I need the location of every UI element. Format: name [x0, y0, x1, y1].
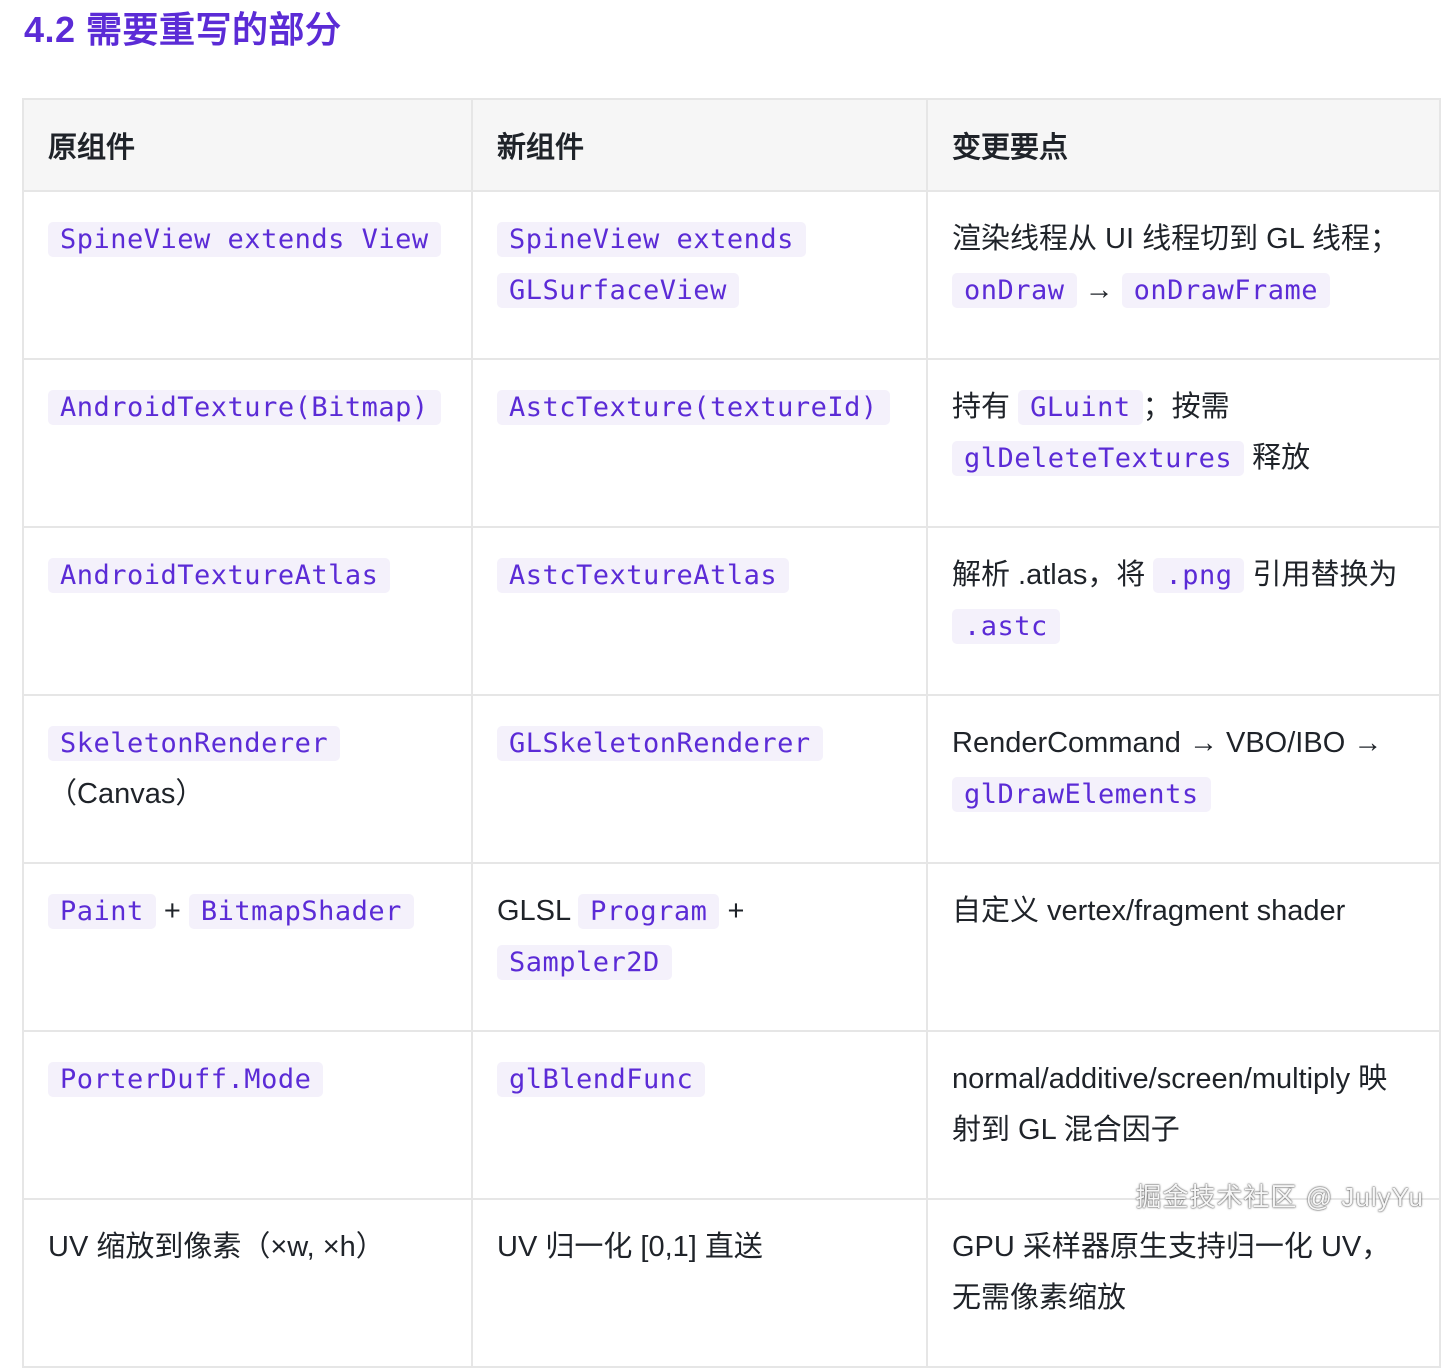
- note-text: 释放: [1244, 442, 1311, 474]
- note-text: normal/additive/screen/multiply 映射到 GL 混…: [952, 1063, 1388, 1146]
- note-text: 引用替换为: [1244, 559, 1398, 591]
- cell-new: AstcTextureAtlas: [471, 526, 928, 696]
- note-text: RenderCommand → VBO/IBO →: [952, 727, 1383, 759]
- cell-new: GLSL Program + Sampler2D: [471, 862, 928, 1032]
- note-text: GPU 采样器原生支持归一化 UV，无需像素缩放: [952, 1231, 1391, 1314]
- table-row: UV 缩放到像素（×w, ×h） UV 归一化 [0,1] 直送 GPU 采样器…: [22, 1198, 1441, 1368]
- cell-notes: 自定义 vertex/fragment shader: [926, 862, 1441, 1032]
- table-row: AndroidTextureAtlas AstcTextureAtlas 解析 …: [22, 526, 1441, 696]
- inline-code: GLSkeletonRenderer: [497, 726, 823, 761]
- note-text: 解析 .atlas，将: [952, 559, 1154, 591]
- cell-text: （Canvas）: [48, 778, 205, 810]
- inline-code: PorterDuff.Mode: [48, 1062, 324, 1097]
- cell-original: AndroidTextureAtlas: [22, 526, 473, 696]
- cell-original: AndroidTexture(Bitmap): [22, 358, 473, 528]
- cell-new: GLSkeletonRenderer: [471, 694, 928, 864]
- cell-new: glBlendFunc: [471, 1030, 928, 1200]
- inline-code: SpineView extends View: [48, 222, 441, 257]
- inline-code: onDraw: [952, 273, 1077, 308]
- cell-original: UV 缩放到像素（×w, ×h）: [22, 1198, 473, 1368]
- note-text: ；按需: [1142, 391, 1230, 423]
- cell-original: SpineView extends View: [22, 190, 473, 360]
- cell-text: UV 缩放到像素（×w, ×h）: [48, 1231, 385, 1263]
- cell-notes: normal/additive/screen/multiply 映射到 GL 混…: [926, 1030, 1441, 1200]
- plus-text: +: [719, 895, 745, 927]
- cell-text: GLSL: [497, 895, 579, 927]
- inline-code: .png: [1153, 558, 1245, 593]
- inline-code: AstcTexture(textureId): [497, 390, 890, 425]
- inline-code: glBlendFunc: [497, 1062, 706, 1097]
- cell-new: SpineView extends GLSurfaceView: [471, 190, 928, 360]
- table-row: AndroidTexture(Bitmap) AstcTexture(textu…: [22, 358, 1441, 528]
- cell-notes: 解析 .atlas，将 .png 引用替换为 .astc: [926, 526, 1441, 696]
- table-row: PorterDuff.Mode glBlendFunc normal/addit…: [22, 1030, 1441, 1200]
- inline-code: Program: [578, 894, 720, 929]
- cell-new: UV 归一化 [0,1] 直送: [471, 1198, 928, 1368]
- inline-code: glDrawElements: [952, 777, 1211, 812]
- note-text: 渲染线程从 UI 线程切到 GL 线程；: [952, 223, 1399, 255]
- inline-code: onDrawFrame: [1121, 273, 1330, 308]
- inline-code: AndroidTexture(Bitmap): [48, 390, 441, 425]
- plus-text: +: [155, 895, 189, 927]
- inline-code: AndroidTextureAtlas: [48, 558, 391, 593]
- inline-code: Paint: [48, 894, 156, 929]
- cell-notes: 渲染线程从 UI 线程切到 GL 线程； onDraw → onDrawFrame: [926, 190, 1441, 360]
- cell-original: PorterDuff.Mode: [22, 1030, 473, 1200]
- cell-text: UV 归一化 [0,1] 直送: [497, 1231, 763, 1263]
- header-original-component: 原组件: [22, 98, 473, 192]
- arrow-text: →: [1076, 274, 1122, 306]
- inline-code: glDeleteTextures: [952, 441, 1245, 476]
- cell-notes: GPU 采样器原生支持归一化 UV，无需像素缩放: [926, 1198, 1441, 1368]
- inline-code: Sampler2D: [497, 945, 672, 980]
- table-row: SpineView extends View SpineView extends…: [22, 190, 1441, 360]
- inline-code: BitmapShader: [188, 894, 414, 929]
- table-row: Paint + BitmapShader GLSL Program + Samp…: [22, 862, 1441, 1032]
- cell-notes: 持有 GLuint ；按需 glDeleteTextures 释放: [926, 358, 1441, 528]
- cell-original: Paint + BitmapShader: [22, 862, 473, 1032]
- header-new-component: 新组件: [471, 98, 928, 192]
- table-header-row: 原组件 新组件 变更要点: [22, 98, 1441, 192]
- watermark: 掘金技术社区 @ JulyYu: [1135, 1182, 1424, 1212]
- section-heading: 4.2 需要重写的部分: [24, 9, 342, 50]
- header-change-notes: 变更要点: [926, 98, 1441, 192]
- cell-notes: RenderCommand → VBO/IBO → glDrawElements: [926, 694, 1441, 864]
- inline-code: AstcTextureAtlas: [497, 558, 790, 593]
- cell-new: AstcTexture(textureId): [471, 358, 928, 528]
- table-row: SkeletonRenderer （Canvas） GLSkeletonRende…: [22, 694, 1441, 864]
- inline-code: SkeletonRenderer: [48, 726, 341, 761]
- inline-code: GLSurfaceView: [497, 273, 739, 308]
- inline-code: .astc: [952, 609, 1060, 644]
- inline-code: SpineView extends: [497, 222, 806, 257]
- inline-code: GLuint: [1018, 390, 1143, 425]
- note-text: 持有: [952, 391, 1019, 423]
- note-text: 自定义 vertex/fragment shader: [952, 895, 1346, 927]
- cell-original: SkeletonRenderer （Canvas）: [22, 694, 473, 864]
